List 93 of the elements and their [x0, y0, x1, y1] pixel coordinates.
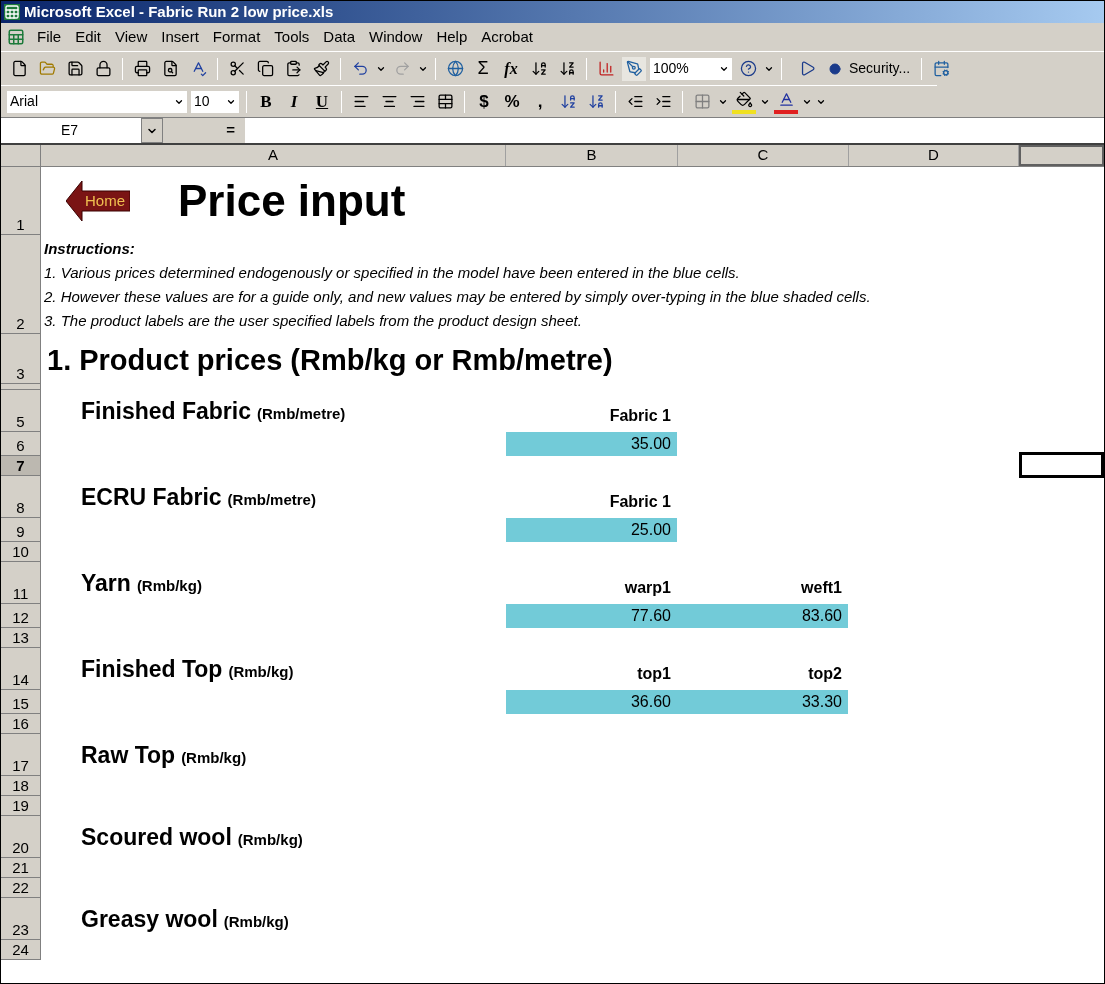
product-name: Scoured wool	[81, 822, 232, 852]
row-header[interactable]: 21	[1, 858, 41, 878]
menu-item[interactable]: Insert	[155, 25, 205, 49]
selected-cell[interactable]	[1019, 452, 1104, 478]
row-header[interactable]: 19	[1, 796, 41, 816]
row-header[interactable]: 20	[1, 816, 41, 858]
window-title: Microsoft Excel - Fabric Run 2 low price.xls	[24, 1, 334, 22]
instruction-line: 1. Various prices determined endogenously or specified in the model have been entered in the blue cells.	[44, 263, 741, 283]
equals-sign[interactable]: =	[226, 119, 235, 142]
menu-item[interactable]: Edit	[69, 25, 108, 49]
instruction-line: 3. The product labels are the user specified labels from the product design sheet.	[44, 311, 583, 331]
price-cell[interactable]: 35.00	[506, 432, 677, 456]
column-label: warp1	[624, 578, 671, 598]
product-name: Yarn	[81, 568, 131, 598]
column-label: Fabric 1	[609, 492, 671, 512]
row-header[interactable]: 6	[1, 432, 41, 456]
column-header[interactable]: A	[41, 145, 506, 166]
font-field[interactable]: Arial	[7, 90, 187, 113]
menu-item[interactable]: Format	[206, 25, 267, 49]
row-header[interactable]: 23	[1, 898, 41, 940]
row-header[interactable]: 24	[1, 940, 41, 960]
row-header[interactable]: 2	[1, 235, 41, 334]
workbook-icon	[7, 28, 25, 46]
excel-icon	[4, 4, 20, 20]
menu-item[interactable]: Help	[430, 25, 474, 49]
sheet-title: Price input	[178, 179, 406, 223]
unit-label: (Rmb/kg)	[237, 829, 303, 850]
menu-item[interactable]: File	[31, 25, 68, 49]
instruction-line: 2. However these values are for a guide only, and new values may be entered by simply over-typing in the blue shaded cells.	[44, 287, 872, 307]
fill-color-icon[interactable]	[732, 89, 756, 114]
function-button[interactable]: fx	[499, 56, 523, 81]
instructions-heading: Instructions:	[44, 239, 136, 259]
row-header[interactable]: 14	[1, 648, 41, 690]
row-header[interactable]: 16	[1, 714, 41, 734]
drawing-icon[interactable]	[622, 56, 646, 81]
row-header[interactable]: 12	[1, 604, 41, 628]
comma-button[interactable]: ,	[528, 88, 552, 115]
row-header[interactable]: 18	[1, 776, 41, 796]
menu-item[interactable]: Data	[317, 25, 362, 49]
zoom-field[interactable]: 100%	[650, 57, 732, 80]
column-label: Fabric 1	[609, 406, 671, 426]
menu-item[interactable]: Window	[363, 25, 429, 49]
row-header[interactable]: 8	[1, 476, 41, 518]
unit-label: (Rmb/kg)	[223, 911, 289, 932]
autosum-button[interactable]: Σ	[471, 55, 495, 82]
row-header[interactable]: 9	[1, 518, 41, 542]
currency-button[interactable]: $	[472, 88, 496, 115]
menu-item[interactable]: View	[109, 25, 154, 49]
product-name: Finished Top	[81, 654, 223, 684]
row-header[interactable]: 15	[1, 690, 41, 714]
row-header[interactable]: 7	[1, 456, 41, 476]
unit-label: (Rmb/kg)	[136, 575, 202, 596]
row-header[interactable]: 13	[1, 628, 41, 648]
row-header[interactable]: 17	[1, 734, 41, 776]
product-name: Greasy wool	[81, 904, 218, 934]
row-header[interactable]: 5	[1, 390, 41, 432]
product-name: Raw Top	[81, 740, 176, 770]
price-cell[interactable]: 83.60	[677, 604, 848, 628]
row-header[interactable]: 1	[1, 167, 41, 235]
security-button[interactable]: Security...	[845, 58, 915, 79]
row-header[interactable]	[1, 384, 41, 390]
italic-button[interactable]: I	[282, 88, 306, 115]
unit-label: (Rmb/metre)	[227, 489, 316, 510]
row-header[interactable]: 22	[1, 878, 41, 898]
column-header[interactable]	[1019, 145, 1104, 166]
unit-label: (Rmb/kg)	[181, 747, 247, 768]
unit-label: (Rmb/metre)	[257, 403, 346, 424]
column-header[interactable]: C	[678, 145, 849, 166]
dot-icon	[829, 62, 841, 75]
unit-label: (Rmb/kg)	[228, 661, 294, 682]
section-heading: 1. Product prices (Rmb/kg or Rmb/metre)	[47, 342, 613, 378]
underline-button[interactable]: U	[310, 88, 334, 115]
price-cell[interactable]: 33.30	[677, 690, 848, 714]
font-size-field[interactable]: 10	[191, 90, 239, 113]
home-button[interactable]: Home	[66, 181, 130, 221]
row-header[interactable]: 3	[1, 334, 41, 384]
menu-item[interactable]: Acrobat	[475, 25, 539, 49]
row-header[interactable]: 11	[1, 562, 41, 604]
column-header[interactable]: D	[849, 145, 1019, 166]
column-label: weft1	[801, 578, 842, 598]
price-cell[interactable]: 77.60	[506, 604, 677, 628]
arrow-icon	[66, 181, 130, 221]
product-name: ECRU Fabric	[81, 482, 222, 512]
row-header[interactable]: 10	[1, 542, 41, 562]
menu-item[interactable]: Tools	[268, 25, 316, 49]
column-header[interactable]: B	[506, 145, 678, 166]
percent-button[interactable]: %	[500, 88, 524, 115]
price-cell[interactable]: 36.60	[506, 690, 677, 714]
column-label: top1	[637, 664, 671, 684]
price-cell[interactable]: 25.00	[506, 518, 677, 542]
bold-button[interactable]: B	[254, 88, 278, 115]
product-name: Finished Fabric	[81, 396, 251, 426]
column-label: top2	[808, 664, 842, 684]
